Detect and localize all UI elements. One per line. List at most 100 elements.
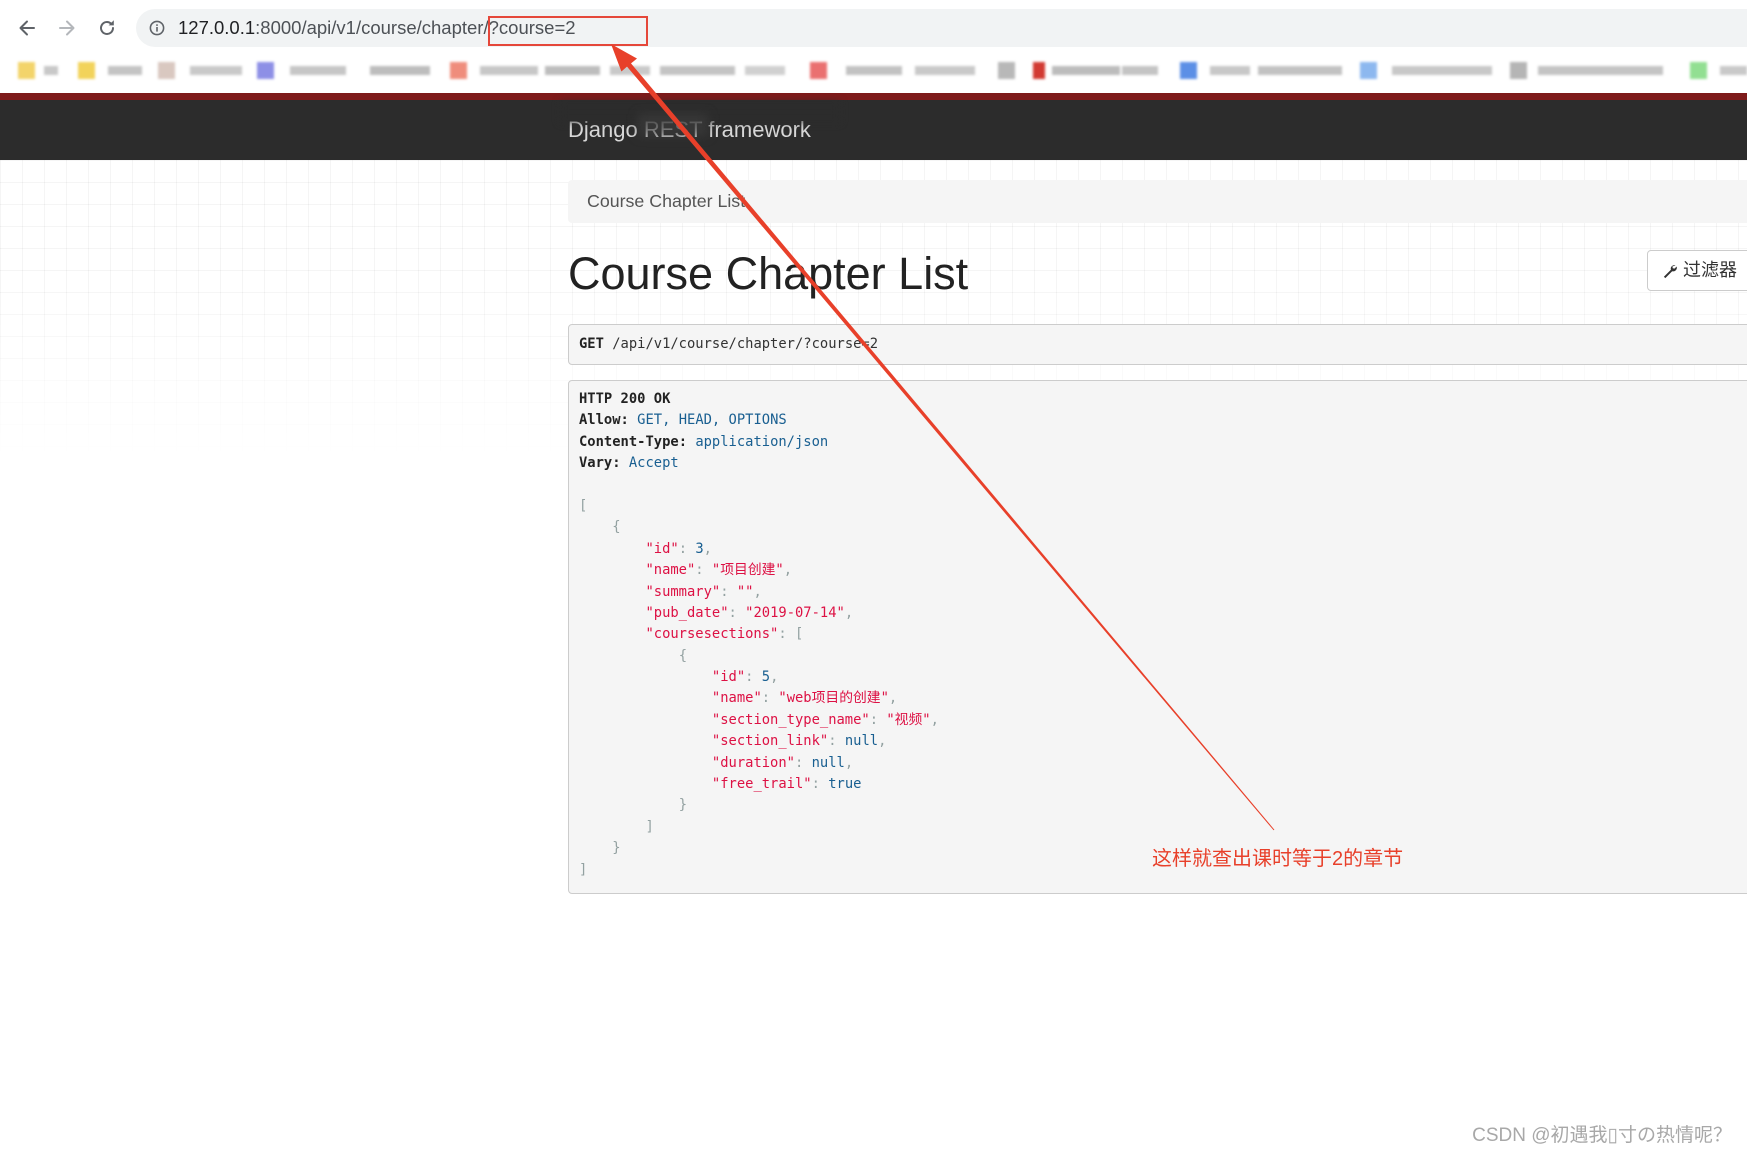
wrench-icon [1663,265,1677,279]
json-comma: , [844,604,854,621]
bookmark-favicon[interactable] [810,62,827,79]
bookmark-favicon[interactable] [18,62,35,79]
header-value: application/json [695,433,829,450]
json-line: "summary": "", [579,582,1747,603]
json-key: "id" [711,669,746,686]
json-comma: , [888,690,898,707]
bookmark-favicon[interactable] [998,62,1015,79]
bookmark-label[interactable] [1392,66,1492,75]
bookmark-label[interactable] [1210,66,1250,75]
bookmark-favicon[interactable] [1033,62,1045,79]
arrow-right-icon[interactable] [56,17,78,39]
breadcrumb-item-active[interactable]: Course Chapter List [587,180,745,223]
request-line: GET /api/v1/course/chapter/?course=2 [579,325,878,364]
json-line: "id": 5, [579,667,1747,688]
bookmark-favicon[interactable] [450,62,467,79]
address-bar[interactable]: 127.0.0.1:8000/api/v1/course/chapter/?co… [136,9,1747,47]
json-bracket: ] [579,861,588,878]
filters-button-label: 过滤器 [1683,260,1737,280]
json-colon: : [728,604,746,621]
json-comma: , [783,562,793,579]
json-line: } [579,795,1747,816]
response-status: HTTP 200 OK [579,391,671,407]
json-key: "pub_date" [645,604,729,621]
bookmark-label[interactable] [190,66,242,75]
json-quote: " [836,604,845,621]
json-key: "duration" [711,754,795,771]
response-header: Content-Type application/json [579,432,1747,453]
response-header: Vary Accept [579,453,1747,474]
bookmark-label[interactable] [545,66,600,75]
arrow-left-icon[interactable] [16,17,38,39]
json-line: "name": "项目创建", [579,560,1747,581]
json-quote: " [736,583,746,600]
json-line: "name": "web项目的创建", [579,688,1747,709]
bookmark-label[interactable] [1538,66,1663,75]
response-info: HTTP 200 OK Allow GET, HEAD, OPTIONS Con… [568,380,1747,894]
json-line: "duration": null, [579,753,1747,774]
json-string-value: 项目创建 [720,562,776,579]
bookmark-favicon[interactable] [1510,62,1527,79]
bookmark-favicon[interactable] [1690,62,1707,79]
json-brace: { [678,647,687,664]
json-string-value: 视频 [894,711,923,728]
response-header: Allow GET, HEAD, OPTIONS [579,410,1747,431]
bookmark-label[interactable] [480,66,538,75]
reload-icon[interactable] [96,17,118,39]
json-literal: 5 [761,669,771,686]
json-key: "coursesections" [645,626,779,643]
header-value: GET, HEAD, OPTIONS [637,412,787,429]
json-key: "section_link" [711,733,829,750]
json-key: "free_trail" [711,776,812,793]
filters-button[interactable]: 过滤器 [1647,250,1747,291]
json-quote: " [778,690,787,707]
bookmark-label[interactable] [44,66,58,75]
json-quote: " [880,690,889,707]
json-line: "pub_date": "2019-07-14", [579,603,1747,624]
bookmark-label[interactable] [370,66,430,75]
json-bracket: [ [794,626,804,643]
bookmark-label[interactable] [290,66,346,75]
bookmark-favicon[interactable] [1180,62,1197,79]
browser-toolbar: 127.0.0.1:8000/api/v1/course/chapter/?co… [0,0,1747,52]
bookmark-favicon[interactable] [1360,62,1377,79]
url-path: :8000/api/v1/course/chapter/ [255,17,489,38]
url-query-highlight-box [488,16,648,46]
info-icon[interactable] [149,20,165,36]
json-literal: null [811,754,845,771]
json-quote: " [775,562,784,579]
bookmark-favicon[interactable] [257,62,274,79]
json-brace: } [678,797,687,814]
json-comma: , [703,540,712,557]
bookmark-label[interactable] [1258,66,1342,75]
json-line: "section_link": null, [579,731,1747,752]
bookmark-label[interactable] [1122,66,1158,75]
bookmark-label[interactable] [745,66,785,75]
bookmark-label[interactable] [1720,66,1747,75]
json-string-value: 2019-07-14 [753,604,837,621]
bookmark-label[interactable] [846,66,902,75]
bookmark-label[interactable] [610,66,650,75]
json-brace: { [612,519,621,536]
json-comma: , [930,711,939,728]
json-quote: " [922,711,931,728]
json-line: "section_type_name": "视频", [579,710,1747,731]
json-comma: , [753,583,762,600]
json-line: "id": 3, [579,539,1747,560]
bookmark-label[interactable] [108,66,142,75]
bookmark-label[interactable] [915,66,975,75]
page-title: Course Chapter List [568,248,969,299]
url-host: 127.0.0.1 [178,17,256,38]
bookmark-label[interactable] [1052,66,1120,75]
header-name: Content-Type [579,434,687,450]
bookmark-favicon[interactable] [78,62,95,79]
bookmark-favicon[interactable] [158,62,175,79]
watermark: CSDN @初遇我▯寸の热情呢？ [1472,1125,1732,1146]
bookmark-label[interactable] [660,66,735,75]
json-colon: : [778,626,795,643]
json-colon: : [720,583,737,600]
json-bracket: ] [645,818,654,835]
json-comma: , [878,733,887,750]
json-colon: : [695,562,712,579]
